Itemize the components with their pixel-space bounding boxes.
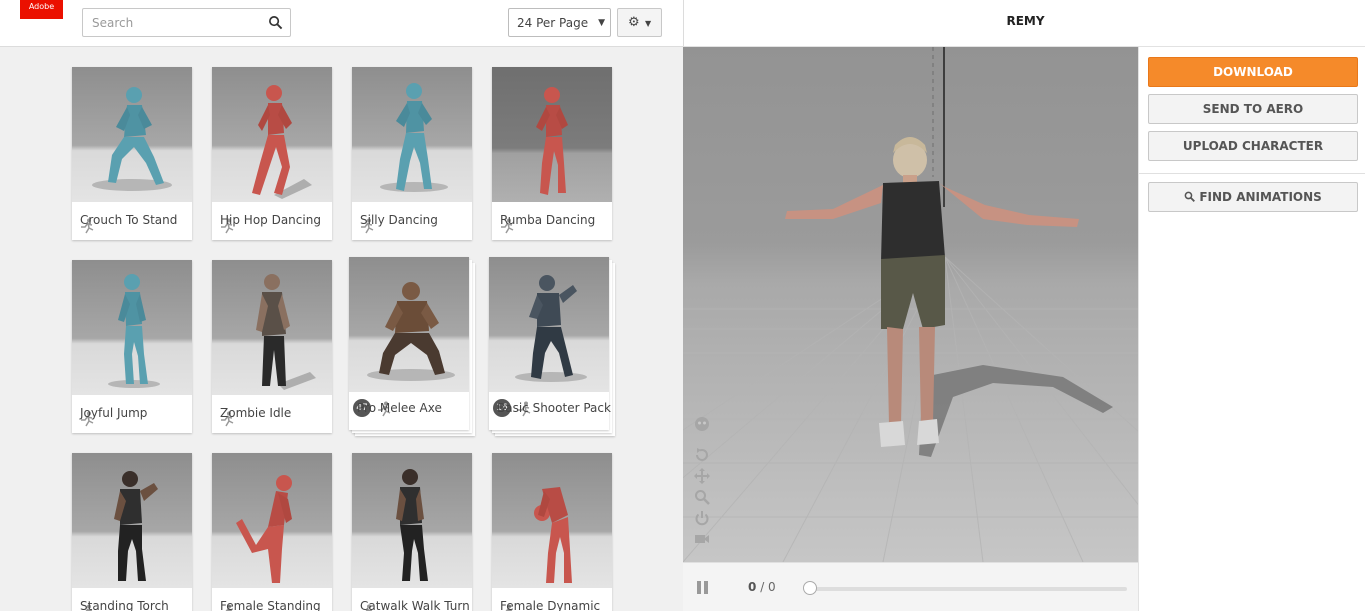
animation-card[interactable]: Silly Dancing — [352, 67, 472, 240]
character-name: REMY — [1006, 14, 1045, 28]
find-animations-label: FIND ANIMATIONS — [1199, 190, 1322, 204]
playback-bar: 0 / 0 — [683, 562, 1138, 611]
viewer-header: REMY — [683, 0, 1365, 47]
timeline-scrubber[interactable] — [803, 581, 817, 595]
thumbnail — [212, 260, 332, 395]
card-label: Female Dynamic — [500, 599, 601, 611]
thumbnail — [352, 67, 472, 202]
per-page-value: 24 Per Page — [517, 16, 589, 30]
app-root: Adobe 24 Per Page ▼ ⚙ ▼ — [0, 0, 1365, 611]
torch-figure — [396, 469, 428, 581]
gear-icon: ⚙ — [628, 15, 640, 30]
thumbnail — [212, 67, 332, 202]
thumbnail — [72, 67, 192, 202]
animation-card[interactable]: Catwalk Walk Turn — [352, 453, 472, 611]
pause-icon[interactable] — [697, 581, 709, 594]
animation-card[interactable]: Zombie Idle — [212, 260, 332, 433]
thumbnail — [72, 453, 192, 588]
adobe-logo[interactable]: Adobe — [20, 0, 63, 19]
zoom-icon[interactable] — [694, 489, 710, 505]
zombie-figure — [256, 274, 316, 390]
animation-card[interactable]: Hip Hop Dancing — [212, 67, 332, 240]
thumbnail — [212, 453, 332, 588]
search-icon — [1184, 191, 1196, 202]
viewport-toolbar — [694, 416, 712, 552]
skeleton-icon[interactable] — [694, 416, 710, 432]
upload-character-button[interactable]: UPLOAD CHARACTER — [1148, 131, 1358, 161]
viewport-scene — [683, 47, 1138, 562]
card-label: Hip Hop Dancing — [220, 213, 321, 227]
thumbnail — [492, 453, 612, 588]
card-label: Crouch To Stand — [80, 213, 178, 227]
thumbnail — [349, 257, 469, 392]
frame-total: / 0 — [760, 580, 776, 594]
move-icon[interactable] — [694, 468, 710, 484]
camera-icon[interactable] — [694, 531, 710, 547]
animation-card[interactable]: Female Standing — [212, 453, 332, 611]
caret-down-icon: ▼ — [645, 19, 652, 28]
timeline-track[interactable] — [809, 587, 1127, 591]
action-sidebar: DOWNLOAD SEND TO AERO UPLOAD CHARACTER F… — [1138, 47, 1365, 611]
thumbnail — [489, 257, 609, 392]
search-box[interactable] — [82, 8, 291, 37]
animation-pack-card[interactable]: 47 Pro Melee Axe — [349, 257, 469, 430]
download-button[interactable]: DOWNLOAD — [1148, 57, 1358, 87]
card-label: Zombie Idle — [220, 406, 292, 420]
character-viewport[interactable] — [683, 47, 1138, 562]
frame-current: 0 — [748, 580, 757, 594]
card-label: Catwalk Walk Turn — [360, 599, 470, 611]
send-to-aero-button[interactable]: SEND TO AERO — [1148, 94, 1358, 124]
remy-character — [785, 137, 1079, 447]
card-label: Basic Shooter Pack — [497, 401, 611, 415]
torch-figure — [114, 471, 158, 581]
animation-pack-card[interactable]: 16 Basic Shooter Pack — [489, 257, 611, 430]
animation-card[interactable]: Female Dynamic — [492, 453, 612, 611]
per-page-select[interactable]: 24 Per Page ▼ — [508, 8, 611, 37]
card-label: Joyful Jump — [80, 406, 148, 420]
mannequin-blue-figure — [92, 87, 172, 191]
search-icon[interactable] — [268, 15, 283, 30]
mannequin-red-figure — [252, 85, 312, 199]
animation-card[interactable]: Standing Torch — [72, 453, 192, 611]
reset-icon[interactable] — [694, 447, 710, 463]
mannequin-red-figure — [534, 487, 572, 583]
card-label: Pro Melee Axe — [357, 401, 442, 415]
animation-card[interactable]: Joyful Jump — [72, 260, 192, 433]
settings-dropdown-button[interactable]: ⚙ ▼ — [617, 8, 662, 37]
chevron-down-icon: ▼ — [598, 18, 605, 28]
thumbnail — [492, 67, 612, 202]
find-animations-button[interactable]: FIND ANIMATIONS — [1148, 182, 1358, 212]
shooter-figure — [515, 275, 587, 382]
mannequin-blue-figure — [380, 83, 448, 192]
thumbnail — [352, 453, 472, 588]
mannequin-red-figure — [536, 87, 568, 195]
card-label: Rumba Dancing — [500, 213, 596, 227]
card-label: Female Standing — [220, 599, 321, 611]
animation-gallery: Crouch To Stand Hip Hop Dancing Silly Da… — [0, 48, 683, 611]
axe-warrior-figure — [367, 282, 455, 381]
power-icon[interactable] — [694, 510, 710, 526]
sidebar-divider — [1139, 173, 1365, 174]
card-label: Standing Torch — [80, 599, 169, 611]
mannequin-red-figure — [236, 475, 292, 583]
top-bar: Adobe 24 Per Page ▼ ⚙ ▼ — [0, 0, 683, 47]
search-input[interactable] — [83, 9, 253, 36]
card-label: Silly Dancing — [360, 213, 438, 227]
animation-card[interactable]: Crouch To Stand — [72, 67, 192, 240]
thumbnail — [72, 260, 192, 395]
animation-card[interactable]: Rumba Dancing — [492, 67, 612, 240]
frame-counter: 0 / 0 — [748, 580, 776, 594]
mannequin-blue-figure — [108, 274, 160, 388]
